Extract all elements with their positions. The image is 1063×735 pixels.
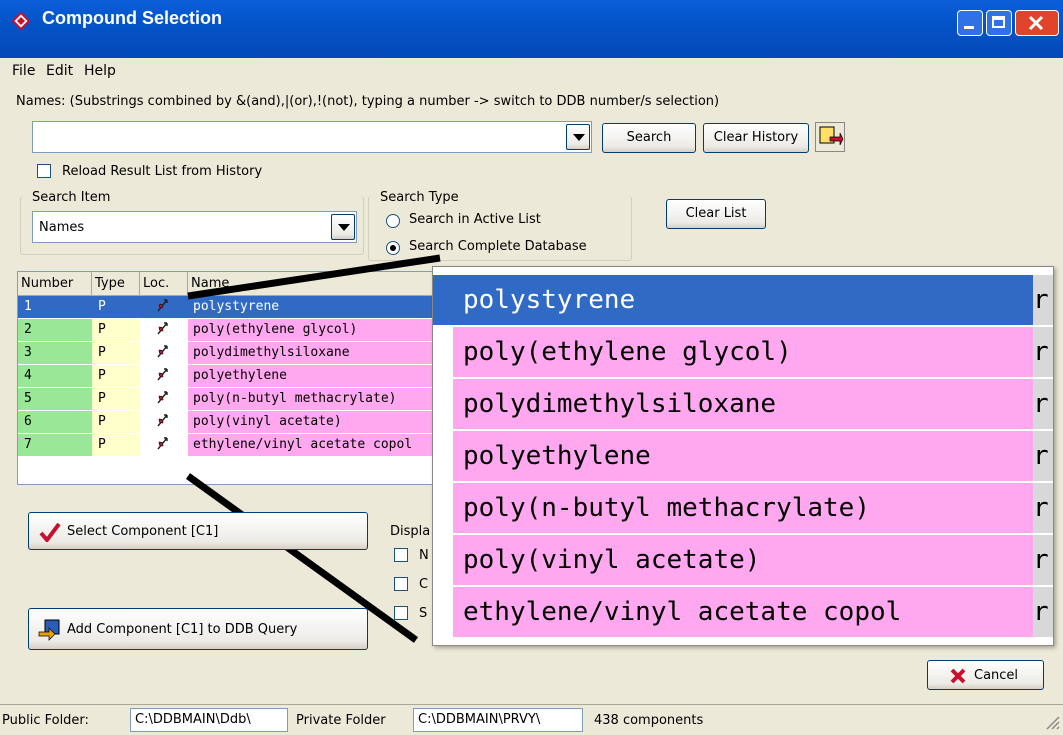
display-option-c-label: C — [419, 577, 429, 592]
component-count: 438 components — [594, 713, 704, 728]
zoom-row: ethylene/vinyl acetate copol r — [433, 587, 1053, 637]
display-option-n-label: N — [419, 548, 429, 563]
zoom-edge-char: r — [1033, 587, 1053, 637]
display-option-c-checkbox[interactable] — [394, 577, 408, 591]
display-option-n-checkbox[interactable] — [394, 548, 408, 562]
zoom-edge-char: r — [1033, 483, 1053, 533]
zoom-name: poly(n-butyl methacrylate) — [453, 483, 1033, 533]
cancel-button[interactable]: Cancel — [927, 660, 1044, 690]
public-folder-label: Public Folder: — [2, 713, 89, 728]
zoom-row: poly(vinyl acetate) r — [433, 535, 1053, 585]
zoom-name: polydimethylsiloxane — [453, 379, 1033, 429]
zoom-name: poly(vinyl acetate) — [453, 535, 1033, 585]
zoom-name: polyethylene — [453, 431, 1033, 481]
zoom-row: polydimethylsiloxane r — [433, 379, 1053, 429]
zoom-edge-char: r — [1033, 275, 1053, 325]
zoom-edge-char: r — [1033, 535, 1053, 585]
add-to-query-icon — [38, 619, 60, 641]
zoom-edge-char: r — [1033, 379, 1053, 429]
zoom-row: polystyrene r — [433, 275, 1053, 325]
resize-grip-icon[interactable] — [1043, 713, 1061, 731]
private-folder-value: C:\DDBMAIN\PRVY\ — [413, 708, 583, 732]
zoom-edge-char: r — [1033, 327, 1053, 377]
add-component-label: Add Component [C1] to DDB Query — [67, 622, 298, 637]
zoom-row: polyethylene r — [433, 431, 1053, 481]
display-option-s-label: S — [419, 606, 428, 621]
zoomed-name-view: polystyrene r poly(ethylene glycol) r polydi… — [432, 266, 1054, 646]
display-group-label: Displa — [390, 524, 431, 539]
status-bar: Public Folder: C:\DDBMAIN\Ddb\ Private F… — [0, 704, 1063, 735]
zoom-edge-char: r — [1033, 431, 1053, 481]
zoom-name: poly(ethylene glycol) — [453, 327, 1033, 377]
cancel-x-icon — [950, 668, 966, 684]
select-component-label: Select Component [C1] — [67, 524, 219, 539]
private-folder-label: Private Folder — [296, 713, 386, 728]
zoom-name: polystyrene — [433, 275, 1033, 325]
public-folder-value: C:\DDBMAIN\Ddb\ — [130, 708, 288, 732]
zoom-name: ethylene/vinyl acetate copol — [453, 587, 1033, 637]
cancel-label: Cancel — [974, 668, 1019, 683]
zoom-row: poly(n-butyl methacrylate) r — [433, 483, 1053, 533]
add-component-button[interactable]: Add Component [C1] to DDB Query — [28, 608, 368, 650]
checkmark-icon — [39, 522, 61, 542]
select-component-button[interactable]: Select Component [C1] — [28, 512, 368, 550]
display-option-s-checkbox[interactable] — [394, 606, 408, 620]
zoom-row: poly(ethylene glycol) r — [433, 327, 1053, 377]
